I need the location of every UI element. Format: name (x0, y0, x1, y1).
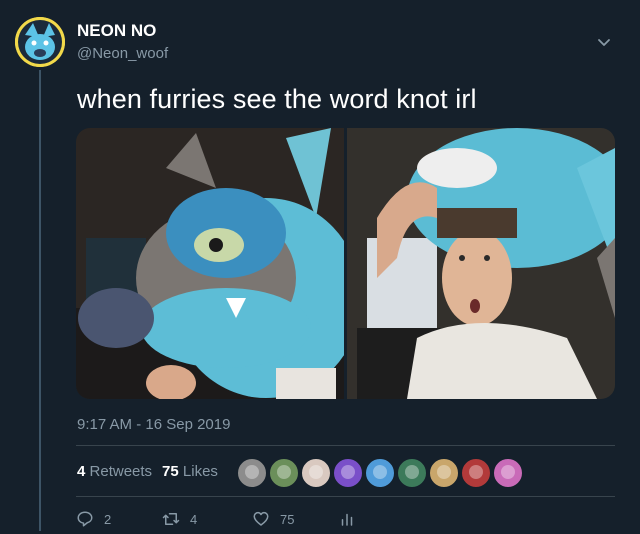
tweet-stats: 4 Retweets 75 Likes (77, 463, 218, 480)
tweet-media[interactable] (76, 128, 615, 399)
liker-avatar-face-icon (469, 465, 483, 479)
heart-icon (253, 511, 269, 526)
reply-button[interactable]: 2 (76, 510, 111, 528)
reply-count: 2 (104, 511, 112, 527)
liker-avatar-face-icon (437, 465, 451, 479)
analytics-button[interactable] (338, 510, 356, 528)
chevron-down-icon[interactable] (596, 34, 612, 50)
divider (76, 445, 615, 446)
thread-line (39, 70, 41, 531)
tweet-timestamp[interactable]: 9:17 AM - 16 Sep 2019 (77, 416, 230, 433)
liker-avatar[interactable] (333, 458, 363, 488)
liker-avatar[interactable] (301, 458, 331, 488)
retweets-count: 4 (77, 463, 86, 480)
likes-count: 75 (162, 463, 179, 480)
wolf-avatar-icon (15, 17, 65, 67)
liker-avatar-face-icon (373, 465, 387, 479)
user-handle[interactable]: @Neon_woof (77, 45, 168, 62)
liker-avatar-face-icon (277, 465, 291, 479)
fursuit-head-image (76, 128, 344, 399)
liker-avatar[interactable] (269, 458, 299, 488)
liker-avatar-face-icon (405, 465, 419, 479)
liker-avatar-face-icon (309, 465, 323, 479)
liker-avatar-face-icon (341, 465, 355, 479)
liker-avatar[interactable] (365, 458, 395, 488)
analytics-icon (341, 513, 353, 526)
liker-avatar[interactable] (397, 458, 427, 488)
retweet-count: 4 (190, 511, 198, 527)
liker-avatar[interactable] (429, 458, 459, 488)
divider (76, 496, 615, 497)
liker-avatar[interactable] (461, 458, 491, 488)
liker-avatar[interactable] (237, 458, 267, 488)
media-photo-fursuit-head[interactable] (76, 128, 344, 399)
retweets-stat[interactable]: 4 Retweets (77, 463, 152, 480)
tweet-text: when furries see the word knot irl (77, 84, 477, 114)
likes-label: Likes (182, 463, 218, 480)
liker-avatar-face-icon (245, 465, 259, 479)
likes-stat[interactable]: 75 Likes (162, 463, 218, 480)
retweets-label: Retweets (89, 463, 153, 480)
like-count: 75 (280, 511, 295, 527)
liker-avatar[interactable] (493, 458, 523, 488)
retweet-button[interactable]: 4 (162, 510, 197, 528)
like-button[interactable]: 75 (252, 510, 294, 528)
man-hood-image (347, 128, 615, 399)
reply-icon (77, 511, 93, 527)
retweet-icon (162, 513, 180, 525)
liker-avatar-face-icon (501, 465, 515, 479)
liker-avatars (237, 458, 523, 488)
tweet-actions: 2 4 75 (76, 510, 396, 534)
media-photo-man-hood[interactable] (347, 128, 615, 399)
display-name[interactable]: NEON NO (77, 21, 156, 41)
avatar[interactable] (15, 17, 65, 67)
